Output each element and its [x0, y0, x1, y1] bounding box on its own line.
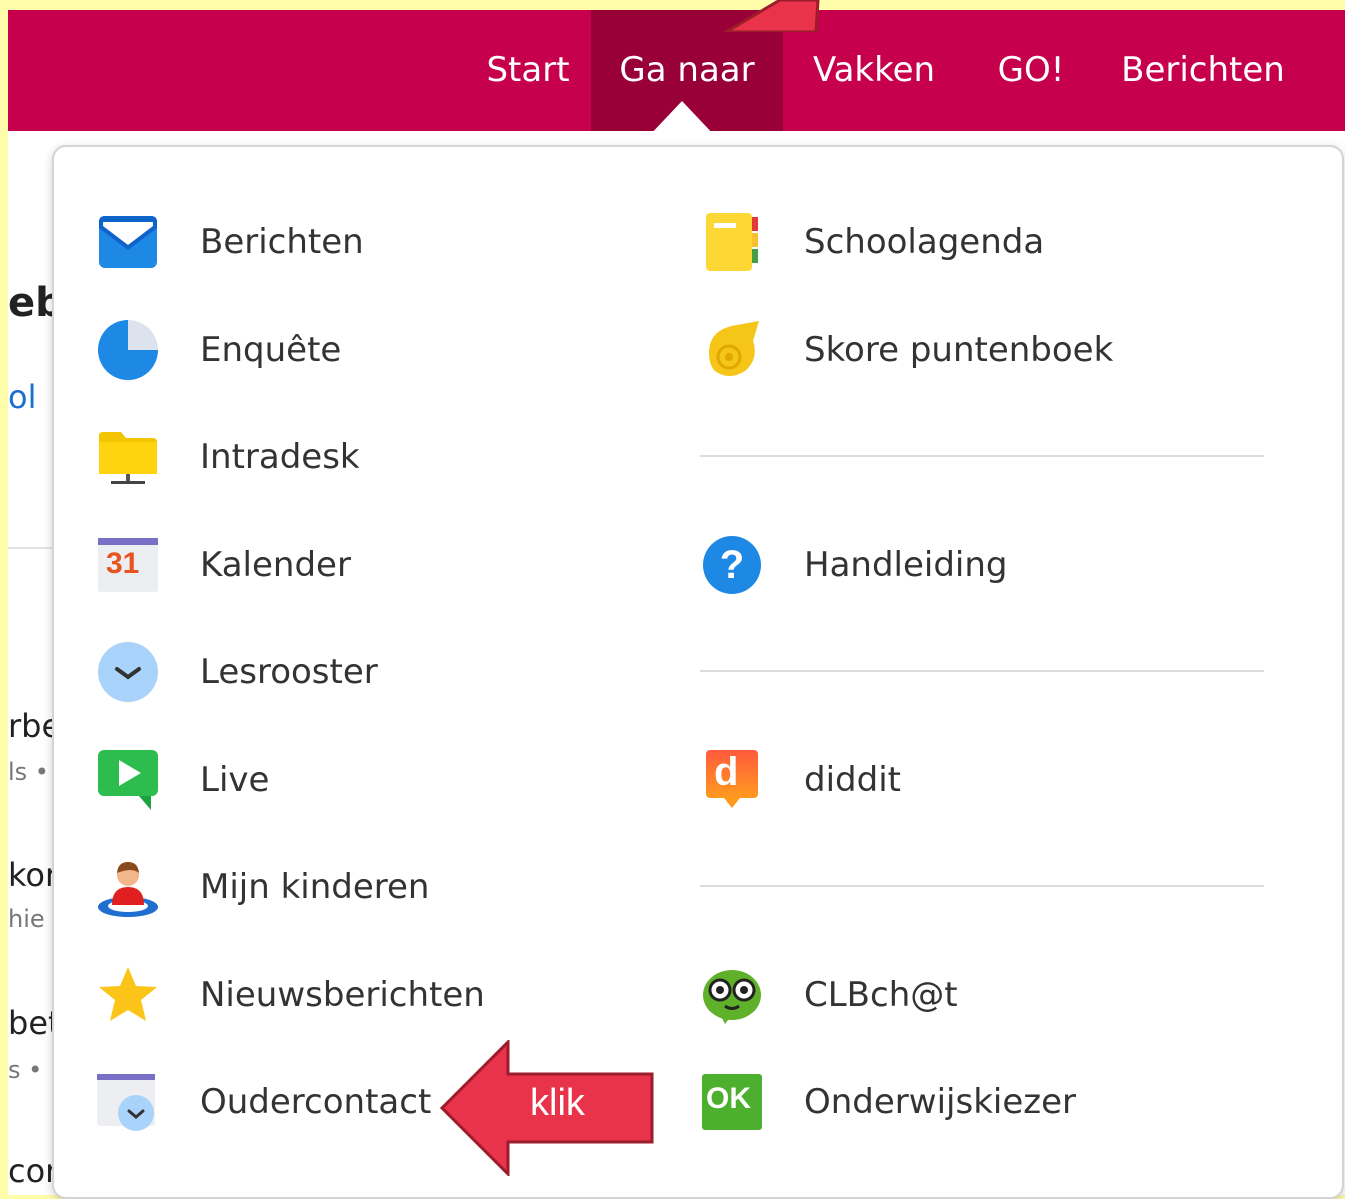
menu-item-label: Live: [200, 760, 270, 800]
bg-item-meta-fragment: s •: [8, 1056, 43, 1084]
bg-link-fragment: ol: [8, 378, 37, 416]
menu-item-label: diddit: [804, 760, 901, 800]
menu-item-label: Oudercontact: [200, 1082, 432, 1122]
menu-item-label: Enquête: [200, 330, 342, 370]
shell-icon: [700, 318, 764, 382]
help-icon: ?: [700, 533, 764, 597]
dropdown-caret: [648, 101, 716, 137]
menu-item-oudercontact[interactable]: Oudercontact: [96, 1062, 431, 1142]
menu-item-label: Nieuwsberichten: [200, 975, 485, 1015]
menu-item-label: Mijn kinderen: [200, 867, 430, 907]
child-icon: [96, 855, 160, 919]
menu-item-handleiding[interactable]: ? Handleiding: [700, 525, 1008, 605]
menu-item-label: Onderwijskiezer: [804, 1082, 1076, 1122]
menu-item-mijn-kinderen[interactable]: Mijn kinderen: [96, 847, 429, 927]
diddit-icon: d: [700, 748, 764, 812]
menu-item-label: Handleiding: [804, 545, 1008, 585]
calendar-clock-icon: [96, 1070, 160, 1134]
menu-divider: [700, 455, 1264, 457]
menu-item-lesrooster[interactable]: Lesrooster: [96, 632, 378, 712]
nav-berichten[interactable]: Berichten: [1110, 10, 1296, 131]
bg-item-meta-fragment: hie: [8, 905, 45, 933]
klik-annotation-label: klik: [530, 1082, 585, 1124]
calendar-icon: 31: [96, 533, 160, 597]
menu-item-enquete[interactable]: Enquête: [96, 310, 341, 390]
menu-item-label: Lesrooster: [200, 652, 378, 692]
ok-icon-text: OK: [706, 1082, 751, 1115]
menu-item-label: Kalender: [200, 545, 351, 585]
svg-text:?: ?: [720, 543, 744, 587]
envelope-icon: [96, 210, 160, 274]
menu-divider: [700, 885, 1264, 887]
clock-icon: [96, 640, 160, 704]
menu-item-onderwijskiezer[interactable]: OK Onderwijskiezer: [700, 1062, 1076, 1142]
nav-start[interactable]: Start: [468, 10, 588, 131]
bg-item-title-fragment: cor: [8, 1152, 59, 1190]
bg-item-title-fragment: kor: [8, 856, 59, 894]
play-chat-icon: [96, 748, 160, 812]
menu-item-kalender[interactable]: 31 Kalender: [96, 525, 351, 605]
menu-item-label: Berichten: [200, 222, 364, 262]
menu-item-label: Schoolagenda: [804, 222, 1045, 262]
menu-item-intradesk[interactable]: Intradesk: [96, 417, 360, 497]
owl-icon: [700, 963, 764, 1027]
ga-naar-dropdown-menu: Berichten Enquête Intradesk 31 Kalender …: [52, 145, 1344, 1199]
nav-go[interactable]: GO!: [986, 10, 1076, 131]
diddit-letter: d: [714, 750, 739, 794]
bg-item-meta-fragment: ls •: [8, 758, 49, 786]
star-icon: [96, 963, 160, 1027]
agenda-icon: [700, 210, 764, 274]
menu-item-schoolagenda[interactable]: Schoolagenda: [700, 202, 1044, 282]
menu-item-diddit[interactable]: d diddit: [700, 740, 901, 820]
ok-icon: OK: [700, 1070, 764, 1134]
calendar-day-number: 31: [106, 547, 140, 580]
pie-chart-icon: [96, 318, 160, 382]
menu-item-skore-puntenboek[interactable]: Skore puntenboek: [700, 310, 1113, 390]
menu-item-live[interactable]: Live: [96, 740, 269, 820]
top-annotation-arrow: [723, 0, 820, 32]
menu-item-label: Intradesk: [200, 437, 360, 477]
menu-item-label: Skore puntenboek: [804, 330, 1114, 370]
menu-divider: [700, 670, 1264, 672]
folder-icon: [96, 425, 160, 489]
menu-item-clbchat[interactable]: CLBch@t: [700, 955, 958, 1035]
menu-item-nieuwsberichten[interactable]: Nieuwsberichten: [96, 955, 485, 1035]
menu-item-berichten[interactable]: Berichten: [96, 202, 364, 282]
menu-item-label: CLBch@t: [804, 975, 958, 1015]
